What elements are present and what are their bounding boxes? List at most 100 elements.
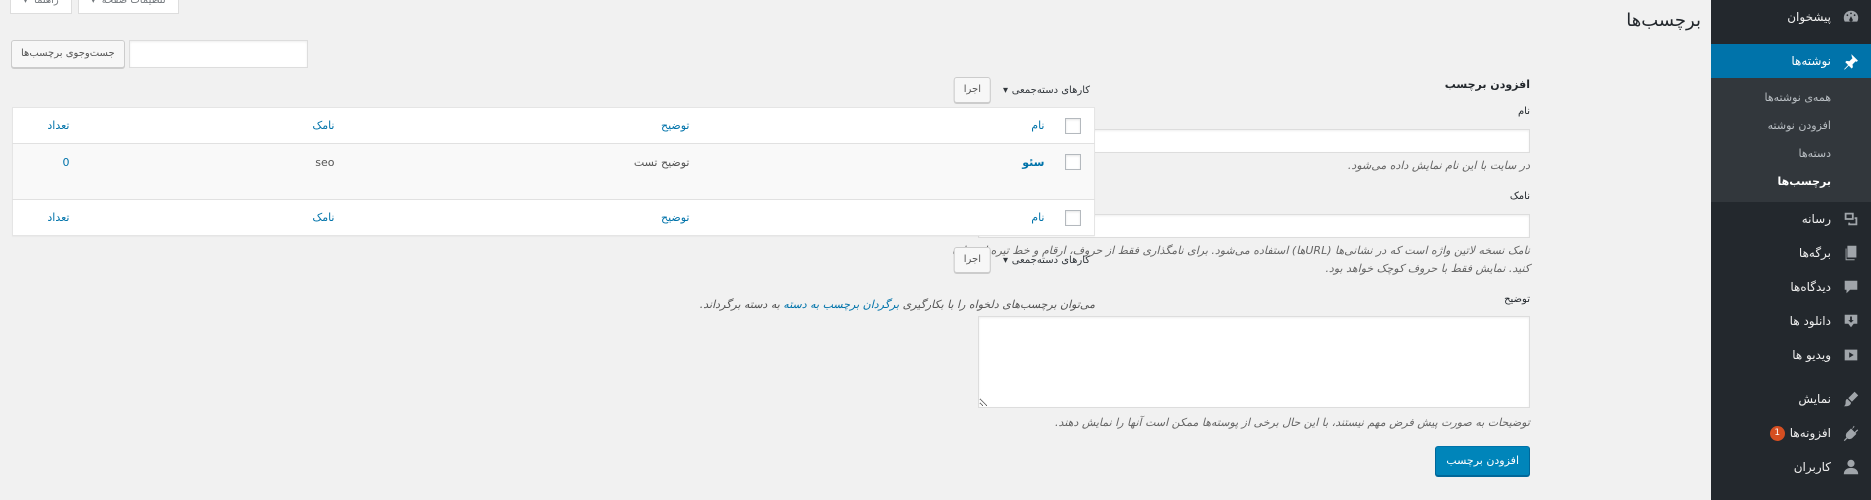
row-checkbox[interactable] bbox=[1065, 154, 1082, 170]
select-all-cell-footer bbox=[1053, 200, 1095, 236]
menu-videos[interactable]: ویدیو ها bbox=[1711, 338, 1871, 372]
bulk-action-select-bottom[interactable]: کارهای دسته‌جمعی ▾ bbox=[997, 247, 1096, 273]
column-description-label[interactable]: توضیح bbox=[661, 211, 690, 224]
submenu-all-posts[interactable]: همه‌ی نوشته‌ها bbox=[1711, 84, 1871, 112]
menu-media[interactable]: رسانه bbox=[1711, 202, 1871, 236]
tag-to-category-converter-link[interactable]: برگردان برچسب به دسته bbox=[783, 298, 899, 311]
column-name-label[interactable]: نام bbox=[1031, 119, 1044, 132]
video-icon bbox=[1841, 345, 1861, 365]
media-icon bbox=[1841, 209, 1861, 229]
column-name[interactable]: نام bbox=[698, 108, 1053, 144]
submenu-add-post[interactable]: افزودن نوشته bbox=[1711, 112, 1871, 140]
column-count[interactable]: تعداد bbox=[13, 108, 78, 144]
chevron-down-icon: ▾ bbox=[23, 0, 29, 6]
column-count-label[interactable]: تعداد bbox=[47, 211, 69, 224]
description-label: توضیح bbox=[1504, 294, 1530, 305]
submenu-categories[interactable]: دسته‌ها bbox=[1711, 140, 1871, 168]
search-input[interactable] bbox=[128, 40, 308, 68]
menu-pages[interactable]: برگه‌ها bbox=[1711, 236, 1871, 270]
column-description-label[interactable]: توضیح bbox=[661, 119, 690, 132]
help-label: راهنما bbox=[34, 0, 59, 6]
bulk-apply-button[interactable]: اجرا bbox=[953, 77, 991, 103]
menu-label: دانلود ها bbox=[1789, 314, 1831, 328]
menu-downloads[interactable]: دانلود ها bbox=[1711, 304, 1871, 338]
download-icon bbox=[1841, 311, 1861, 331]
select-all-cell bbox=[1053, 108, 1095, 144]
search-box: جست‌وجوی برچسب‌ها bbox=[11, 40, 308, 68]
brush-icon bbox=[1841, 389, 1861, 409]
bulk-apply-button-bottom[interactable]: اجرا bbox=[953, 247, 991, 273]
row-slug-cell: seo bbox=[315, 156, 335, 169]
chevron-down-icon: ▾ bbox=[1003, 84, 1009, 96]
chevron-down-icon: ▾ bbox=[1003, 254, 1009, 266]
row-name-cell: سئو bbox=[698, 144, 1053, 200]
column-slug-label[interactable]: نامک bbox=[312, 211, 334, 224]
column-count-footer[interactable]: تعداد bbox=[13, 200, 78, 236]
tag-description-textarea[interactable] bbox=[978, 316, 1530, 408]
screen-options-tab[interactable]: ▾ تنظیمات صفحه bbox=[77, 0, 179, 14]
row-count-cell: 0 bbox=[13, 144, 78, 200]
column-slug[interactable]: نامک bbox=[78, 108, 343, 144]
update-count-badge: 1 bbox=[1769, 425, 1785, 441]
menu-label: دیدگاه‌ها bbox=[1790, 280, 1831, 294]
column-name-label[interactable]: نام bbox=[1031, 211, 1044, 224]
menu-label: پیشخوان bbox=[1787, 10, 1831, 24]
menu-label: نمایش bbox=[1798, 392, 1831, 406]
admin-sidebar: پیشخوان نوشته‌ها همه‌ی نوشته‌ها افزودن ن… bbox=[1703, 0, 1871, 500]
plugin-icon bbox=[1841, 423, 1861, 443]
table-footer-row: نام توضیح نامک تعداد bbox=[12, 199, 1095, 236]
submenu-tags[interactable]: برچسب‌ها bbox=[1711, 168, 1871, 196]
form-heading: افزودن برچسب bbox=[1444, 78, 1530, 91]
row-checkbox-cell bbox=[1053, 144, 1095, 200]
table-row: سئو توضیح تست seo 0 bbox=[12, 143, 1095, 200]
menu-dashboard[interactable]: پیشخوان bbox=[1711, 0, 1871, 34]
column-slug-label[interactable]: نامک bbox=[312, 119, 334, 132]
name-hint: در سایت با این نام نمایش داده می‌شود. bbox=[1347, 159, 1530, 172]
note-text-after: به دسته برگرداند. bbox=[699, 298, 780, 311]
conversion-note: می‌توان برچسب‌های دلخواه را با بکارگیری … bbox=[700, 298, 1095, 311]
posts-submenu: همه‌ی نوشته‌ها افزودن نوشته دسته‌ها برچس… bbox=[1711, 78, 1871, 202]
tag-name-link[interactable]: سئو bbox=[1022, 156, 1044, 169]
select-all-checkbox[interactable] bbox=[1065, 117, 1082, 134]
tablenav-bottom: کارهای دسته‌جمعی ▾ اجرا bbox=[953, 247, 1096, 273]
screen-options-label: تنظیمات صفحه bbox=[101, 0, 166, 6]
dashboard-icon bbox=[1841, 7, 1861, 27]
comment-icon bbox=[1841, 277, 1861, 297]
menu-posts[interactable]: نوشته‌ها bbox=[1703, 44, 1871, 78]
add-tag-button[interactable]: افزودن برچسب bbox=[1435, 446, 1530, 476]
column-count-label[interactable]: تعداد bbox=[47, 119, 69, 132]
name-label: نام bbox=[1517, 106, 1530, 117]
search-tags-button[interactable]: جست‌وجوی برچسب‌ها bbox=[11, 40, 125, 68]
user-icon bbox=[1841, 457, 1861, 477]
column-slug-footer[interactable]: نامک bbox=[78, 200, 343, 236]
menu-label: ویدیو ها bbox=[1792, 348, 1831, 362]
main-content: برچسب‌ها ▾ راهنما ▾ تنظیمات صفحه جست‌وجو… bbox=[0, 0, 1711, 500]
pushpin-icon bbox=[1841, 51, 1861, 71]
bulk-action-select[interactable]: کارهای دسته‌جمعی ▾ bbox=[997, 77, 1096, 103]
note-text-before: می‌توان برچسب‌های دلخواه را با بکارگیری bbox=[902, 298, 1095, 311]
menu-plugins[interactable]: افزونه‌ها 1 bbox=[1711, 416, 1871, 450]
tag-count-link[interactable]: 0 bbox=[63, 156, 70, 169]
menu-label: نوشته‌ها bbox=[1791, 54, 1831, 68]
bulk-action-selected: کارهای دسته‌جمعی bbox=[1011, 254, 1090, 266]
menu-appearance[interactable]: نمایش bbox=[1711, 382, 1871, 416]
column-name-footer[interactable]: نام bbox=[698, 200, 1053, 236]
chevron-down-icon: ▾ bbox=[90, 0, 96, 6]
menu-label: برگه‌ها bbox=[1798, 246, 1831, 260]
menu-comments[interactable]: دیدگاه‌ها bbox=[1711, 270, 1871, 304]
column-description-footer[interactable]: توضیح bbox=[343, 200, 698, 236]
page-title: برچسب‌ها bbox=[1626, 10, 1701, 31]
screen-meta-links: ▾ راهنما ▾ تنظیمات صفحه bbox=[10, 0, 179, 14]
row-description-cell: توضیح تست bbox=[633, 156, 690, 169]
help-tab[interactable]: ▾ راهنما bbox=[10, 0, 72, 14]
menu-label: افزونه‌ها bbox=[1789, 426, 1831, 440]
description-hint: توضیحات به صورت پیش فرض مهم نیستند، با ا… bbox=[1055, 416, 1530, 429]
menu-label: کاربران bbox=[1793, 460, 1831, 474]
menu-label: رسانه bbox=[1801, 212, 1831, 226]
select-all-checkbox-footer[interactable] bbox=[1065, 209, 1082, 226]
menu-users[interactable]: کاربران bbox=[1711, 450, 1871, 484]
tablenav-top: کارهای دسته‌جمعی ▾ اجرا bbox=[953, 77, 1096, 103]
column-description[interactable]: توضیح bbox=[343, 108, 698, 144]
pages-icon bbox=[1841, 243, 1861, 263]
bulk-action-selected: کارهای دسته‌جمعی bbox=[1011, 84, 1090, 96]
